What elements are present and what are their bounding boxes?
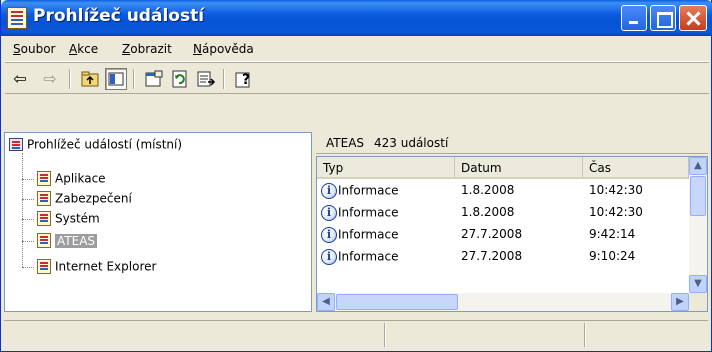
title-bar[interactable]: Prohlížeč událostí bbox=[1, 0, 712, 36]
information-icon: i bbox=[321, 249, 337, 265]
status-bar bbox=[4, 320, 708, 348]
event-viewer-icon bbox=[7, 7, 27, 29]
help-icon[interactable]: ? bbox=[233, 68, 255, 90]
menu-help-label: ápověda bbox=[201, 42, 254, 56]
event-log-icon bbox=[37, 171, 51, 186]
close-button[interactable] bbox=[679, 5, 707, 31]
scroll-down-button[interactable]: ▼ bbox=[689, 275, 707, 293]
tree-connector bbox=[22, 219, 34, 220]
tree-item-label: Internet Explorer bbox=[55, 259, 157, 274]
event-date: 1.8.2008 bbox=[461, 205, 515, 219]
column-header-date[interactable]: Datum bbox=[455, 157, 583, 179]
toolbar-separator bbox=[133, 69, 134, 89]
minimize-button[interactable] bbox=[621, 5, 647, 31]
tree-item-label: Aplikace bbox=[55, 171, 106, 186]
table-row[interactable]: i Informace 27.7.2008 9:10:24 bbox=[317, 247, 689, 267]
scroll-left-button[interactable]: ◀ bbox=[317, 293, 335, 311]
vertical-scroll-thumb[interactable] bbox=[690, 176, 706, 216]
event-time: 9:42:14 bbox=[589, 227, 636, 241]
event-count: 423 událostí bbox=[374, 136, 449, 150]
pane-header: ATEAS 423 událostí bbox=[316, 132, 708, 154]
scroll-right-button[interactable]: ▶ bbox=[671, 293, 689, 311]
tree-item-label: ATEAS bbox=[55, 233, 98, 248]
event-log-icon bbox=[37, 233, 51, 248]
menu-view[interactable]: Zobrazit bbox=[122, 42, 172, 56]
back-arrow-icon[interactable]: ⇦ bbox=[9, 68, 31, 90]
menu-action-accel: A bbox=[69, 42, 78, 56]
menu-file-accel: S bbox=[13, 42, 21, 56]
export-list-icon[interactable] bbox=[195, 68, 217, 90]
menu-action[interactable]: Akce bbox=[69, 42, 98, 56]
horizontal-scroll-thumb[interactable] bbox=[336, 294, 458, 310]
properties-icon[interactable] bbox=[143, 68, 165, 90]
menu-view-label: obrazit bbox=[130, 42, 172, 56]
horizontal-scrollbar[interactable]: ◀ ▶ bbox=[317, 293, 689, 311]
tree-item-label: Zabezpečení bbox=[55, 191, 132, 206]
status-separator bbox=[584, 323, 585, 347]
up-folder-icon[interactable] bbox=[79, 68, 101, 90]
tree-connector bbox=[22, 267, 34, 268]
menu-help[interactable]: Nápověda bbox=[193, 42, 254, 56]
window-title: Prohlížeč událostí bbox=[33, 6, 205, 26]
computer-icon bbox=[9, 138, 23, 151]
menu-file-label: oubor bbox=[20, 42, 56, 56]
menu-action-label: kce bbox=[77, 42, 99, 56]
tree-item-aplikace[interactable]: Aplikace bbox=[37, 171, 106, 189]
information-icon: i bbox=[321, 227, 337, 243]
table-row[interactable]: i Informace 27.7.2008 9:42:14 bbox=[317, 225, 689, 245]
table-row[interactable]: i Informace 1.8.2008 10:42:30 bbox=[317, 203, 689, 223]
tree-connector bbox=[22, 179, 34, 180]
event-list[interactable]: Typ Datum Čas i Informace 1.8.2008 10:42:… bbox=[316, 156, 708, 312]
toolbar-separator bbox=[223, 69, 224, 89]
scroll-up-button[interactable]: ▲ bbox=[689, 157, 707, 175]
status-separator bbox=[384, 323, 385, 347]
show-tree-icon[interactable] bbox=[105, 68, 127, 90]
vertical-scrollbar[interactable]: ▲ ▼ bbox=[689, 157, 707, 293]
svg-text:?: ? bbox=[242, 72, 250, 88]
event-list-pane: ATEAS 423 událostí Typ Datum Čas i Informa… bbox=[316, 132, 708, 312]
forward-arrow-icon[interactable]: ⇨ bbox=[39, 68, 61, 90]
event-type: Informace bbox=[338, 227, 399, 242]
event-time: 10:42:30 bbox=[589, 183, 643, 197]
scroll-corner bbox=[689, 293, 707, 311]
event-time: 10:42:30 bbox=[589, 205, 643, 219]
event-type: Informace bbox=[338, 183, 399, 198]
menu-view-accel: Z bbox=[122, 42, 131, 56]
menu-bar: Soubor Akce Zobrazit Nápověda bbox=[5, 38, 709, 62]
tree-item-zabezpeceni[interactable]: Zabezpečení bbox=[37, 191, 132, 209]
toolbar-separator bbox=[69, 69, 70, 89]
event-log-icon bbox=[37, 191, 51, 206]
column-header-type[interactable]: Typ bbox=[317, 157, 455, 179]
refresh-icon[interactable] bbox=[169, 68, 191, 90]
event-log-icon bbox=[37, 259, 51, 274]
tree-connector bbox=[22, 153, 23, 267]
column-header-time[interactable]: Čas bbox=[583, 157, 689, 179]
information-icon: i bbox=[321, 183, 337, 199]
tree-root-label: Prohlížeč událostí (místní) bbox=[27, 137, 183, 152]
information-icon: i bbox=[321, 205, 337, 221]
menu-help-accel: N bbox=[193, 42, 202, 56]
event-type: Informace bbox=[338, 249, 399, 264]
event-log-icon bbox=[37, 211, 51, 226]
menu-file[interactable]: Soubor bbox=[13, 42, 55, 56]
event-time: 9:10:24 bbox=[589, 249, 636, 263]
log-name: ATEAS bbox=[326, 136, 365, 150]
tree-item-ateas[interactable]: ATEAS bbox=[37, 233, 98, 251]
tree-item-label: Systém bbox=[55, 211, 100, 226]
event-date: 27.7.2008 bbox=[461, 227, 523, 241]
tree-item-system[interactable]: Systém bbox=[37, 211, 100, 229]
event-type: Informace bbox=[338, 205, 399, 220]
event-log-tree[interactable]: Prohlížeč událostí (místní) Aplikace Zab… bbox=[4, 132, 312, 312]
toolbar: ⇦ ⇨ ? bbox=[5, 64, 709, 94]
table-row[interactable]: i Informace 1.8.2008 10:42:30 bbox=[317, 181, 689, 201]
tree-connector bbox=[22, 241, 34, 242]
event-date: 27.7.2008 bbox=[461, 249, 523, 263]
tree-connector bbox=[22, 199, 34, 200]
tree-root[interactable]: Prohlížeč událostí (místní) bbox=[9, 137, 182, 155]
tree-item-internet-explorer[interactable]: Internet Explorer bbox=[37, 259, 156, 277]
maximize-button[interactable] bbox=[650, 5, 676, 31]
event-date: 1.8.2008 bbox=[461, 183, 515, 197]
